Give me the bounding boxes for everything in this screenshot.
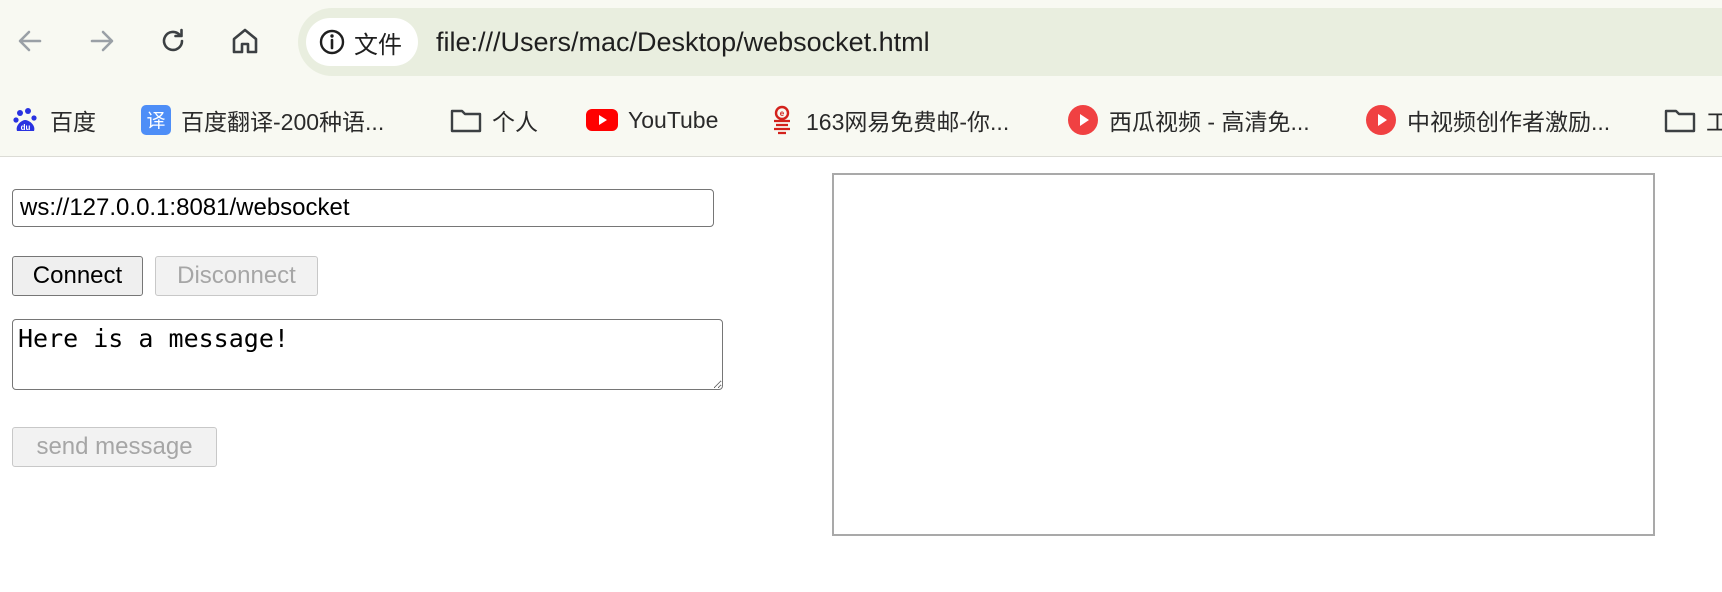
baidu-icon: du <box>12 106 40 134</box>
bookmark-label: 百度 <box>50 109 96 135</box>
back-arrow-icon <box>18 30 42 52</box>
reload-icon <box>162 28 184 52</box>
home-icon <box>232 28 258 54</box>
svg-text:e: e <box>780 109 785 118</box>
bookmark-label: 西瓜视频 - 高清免... <box>1109 109 1310 135</box>
site-info-chip[interactable]: 文件 <box>306 18 418 66</box>
home-button[interactable] <box>222 18 268 64</box>
browser-toolbar: 文件 file:///Users/mac/Desktop/websocket.h… <box>0 0 1722 84</box>
disconnect-button[interactable]: Disconnect <box>155 256 318 296</box>
svg-text:译: 译 <box>146 110 165 132</box>
youtube-icon <box>586 108 618 132</box>
svg-text:du: du <box>21 123 31 132</box>
message-log-panel <box>832 173 1655 536</box>
connect-button[interactable]: Connect <box>12 256 143 296</box>
bookmark-label: 工 <box>1706 109 1722 135</box>
bookmark-label: 163网易免费邮-你... <box>806 109 1010 135</box>
bookmark-label: 个人 <box>492 109 538 135</box>
site-info-label: 文件 <box>354 31 402 59</box>
page-content: Connect Disconnect Here is a message! se… <box>0 157 1722 592</box>
forward-button[interactable] <box>79 18 125 64</box>
message-textarea[interactable]: Here is a message! <box>12 319 723 390</box>
bookmark-folder-personal[interactable]: 个人 <box>450 100 538 140</box>
bookmark-xigua-video[interactable]: 西瓜视频 - 高清免... <box>1067 100 1310 140</box>
forward-arrow-icon <box>90 30 114 52</box>
xigua-video-icon <box>1067 104 1099 136</box>
send-message-button[interactable]: send message <box>12 427 217 467</box>
url-text[interactable]: file:///Users/mac/Desktop/websocket.html <box>436 8 930 76</box>
bookmark-label: YouTube <box>628 106 719 133</box>
websocket-url-input[interactable] <box>12 189 714 227</box>
zhongshipin-icon <box>1365 104 1397 136</box>
reload-button[interactable] <box>150 18 196 64</box>
bookmark-label: 中视频创作者激励... <box>1407 109 1611 135</box>
bookmarks-bar: du 百度 译 百度翻译-200种语... 个人 YouTube e 163网易… <box>0 84 1722 157</box>
bookmark-163-mail[interactable]: e 163网易免费邮-你... <box>768 100 1009 140</box>
netease-mail-icon: e <box>768 105 796 135</box>
bookmark-label: 百度翻译-200种语... <box>181 109 385 135</box>
back-button[interactable] <box>7 18 53 64</box>
bookmark-folder-work[interactable]: 工 <box>1664 100 1722 140</box>
folder-icon <box>1664 106 1696 134</box>
folder-icon <box>450 106 482 134</box>
info-icon <box>318 28 346 56</box>
address-bar[interactable]: 文件 file:///Users/mac/Desktop/websocket.h… <box>298 8 1722 76</box>
bookmark-baidu-translate[interactable]: 译 百度翻译-200种语... <box>141 100 384 140</box>
baidu-translate-icon: 译 <box>141 105 171 135</box>
bookmark-baidu[interactable]: du 百度 <box>12 100 96 140</box>
bookmark-zhongshipin[interactable]: 中视频创作者激励... <box>1365 100 1610 140</box>
bookmark-youtube[interactable]: YouTube <box>586 100 718 140</box>
